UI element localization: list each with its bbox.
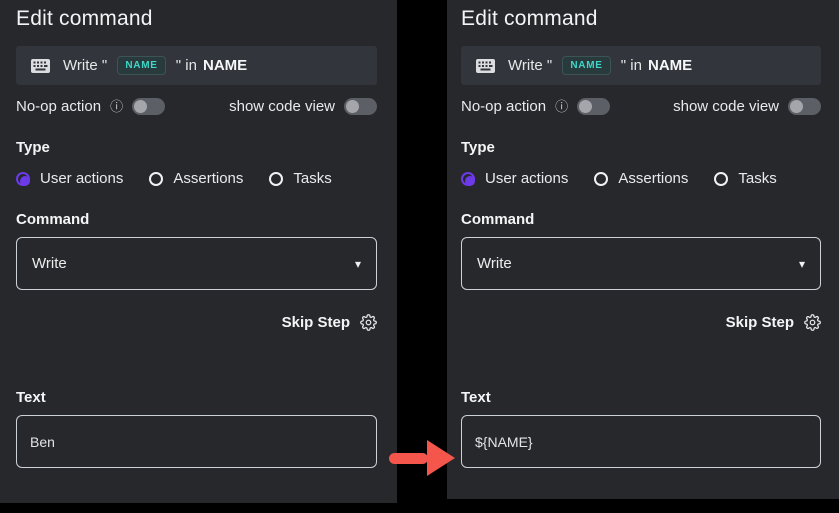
page-title: Edit command [16, 7, 377, 31]
noop-toggle[interactable] [577, 98, 610, 115]
preview-target: NAME [203, 57, 247, 74]
skip-step-row: Skip Step [461, 311, 821, 333]
skip-step-label[interactable]: Skip Step [282, 314, 350, 331]
preview-prefix: Write " [508, 57, 556, 74]
keyboard-icon [476, 59, 495, 73]
radio-label: Assertions [618, 170, 688, 187]
radio-user-actions[interactable]: User actions [16, 170, 123, 187]
chevron-down-icon: ▾ [799, 257, 805, 271]
variable-badge: NAME [117, 56, 165, 75]
radio-tasks[interactable]: Tasks [269, 170, 331, 187]
edit-command-panel-after: Edit command Write " NAME " in NAME No-o… [447, 0, 839, 499]
preview-mid: " in [617, 57, 642, 74]
text-label: Text [461, 389, 821, 406]
radio-label: Tasks [293, 170, 331, 187]
info-icon: ⓘ [555, 100, 568, 113]
text-label: Text [16, 389, 377, 406]
preview-prefix: Write " [63, 57, 111, 74]
code-view-group: show code view [673, 98, 821, 115]
chevron-down-icon: ▾ [355, 257, 361, 271]
toggles-row: No-op action ⓘ show code view [16, 98, 377, 115]
transform-arrow-icon [389, 440, 455, 476]
edit-command-panel-before: Edit command Write " NAME " in NAME No-o… [0, 0, 397, 503]
command-selected-value: Write [477, 255, 512, 272]
command-preview-text: Write " NAME " in NAME [63, 56, 247, 75]
type-label: Type [16, 139, 377, 156]
skip-step-label[interactable]: Skip Step [726, 314, 794, 331]
command-label: Command [461, 211, 821, 228]
noop-toggle[interactable] [132, 98, 165, 115]
info-icon: ⓘ [110, 100, 123, 113]
code-view-label: show code view [673, 98, 779, 115]
type-radio-group: User actions Assertions Tasks [16, 170, 377, 187]
variable-badge: NAME [562, 56, 610, 75]
command-selected-value: Write [32, 255, 67, 272]
keyboard-icon [31, 59, 50, 73]
text-input[interactable] [461, 415, 821, 468]
preview-mid: " in [172, 57, 197, 74]
code-view-toggle[interactable] [788, 98, 821, 115]
arrow-head [427, 440, 455, 476]
radio-tasks[interactable]: Tasks [714, 170, 776, 187]
code-view-label: show code view [229, 98, 335, 115]
preview-target: NAME [648, 57, 692, 74]
radio-selected-icon[interactable] [461, 172, 475, 186]
text-input[interactable] [16, 415, 377, 468]
radio-unselected-icon[interactable] [149, 172, 163, 186]
page-title: Edit command [461, 7, 821, 31]
noop-label: No-op action [16, 98, 101, 115]
radio-unselected-icon[interactable] [714, 172, 728, 186]
radio-unselected-icon[interactable] [269, 172, 283, 186]
radio-assertions[interactable]: Assertions [594, 170, 688, 187]
radio-assertions[interactable]: Assertions [149, 170, 243, 187]
type-radio-group: User actions Assertions Tasks [461, 170, 821, 187]
code-view-group: show code view [229, 98, 377, 115]
type-label: Type [461, 139, 821, 156]
command-label: Command [16, 211, 377, 228]
radio-label: User actions [485, 170, 568, 187]
command-select[interactable]: Write ▾ [16, 237, 377, 290]
radio-unselected-icon[interactable] [594, 172, 608, 186]
radio-user-actions[interactable]: User actions [461, 170, 568, 187]
gear-icon[interactable] [360, 314, 377, 331]
radio-label: User actions [40, 170, 123, 187]
command-preview-text: Write " NAME " in NAME [508, 56, 692, 75]
toggles-row: No-op action ⓘ show code view [461, 98, 821, 115]
radio-selected-icon[interactable] [16, 172, 30, 186]
radio-label: Tasks [738, 170, 776, 187]
noop-group: No-op action ⓘ [16, 98, 165, 115]
skip-step-row: Skip Step [16, 311, 377, 333]
command-preview: Write " NAME " in NAME [461, 46, 821, 85]
command-preview: Write " NAME " in NAME [16, 46, 377, 85]
noop-group: No-op action ⓘ [461, 98, 610, 115]
radio-label: Assertions [173, 170, 243, 187]
code-view-toggle[interactable] [344, 98, 377, 115]
gear-icon[interactable] [804, 314, 821, 331]
command-select[interactable]: Write ▾ [461, 237, 821, 290]
noop-label: No-op action [461, 98, 546, 115]
arrow-tail [389, 453, 428, 464]
